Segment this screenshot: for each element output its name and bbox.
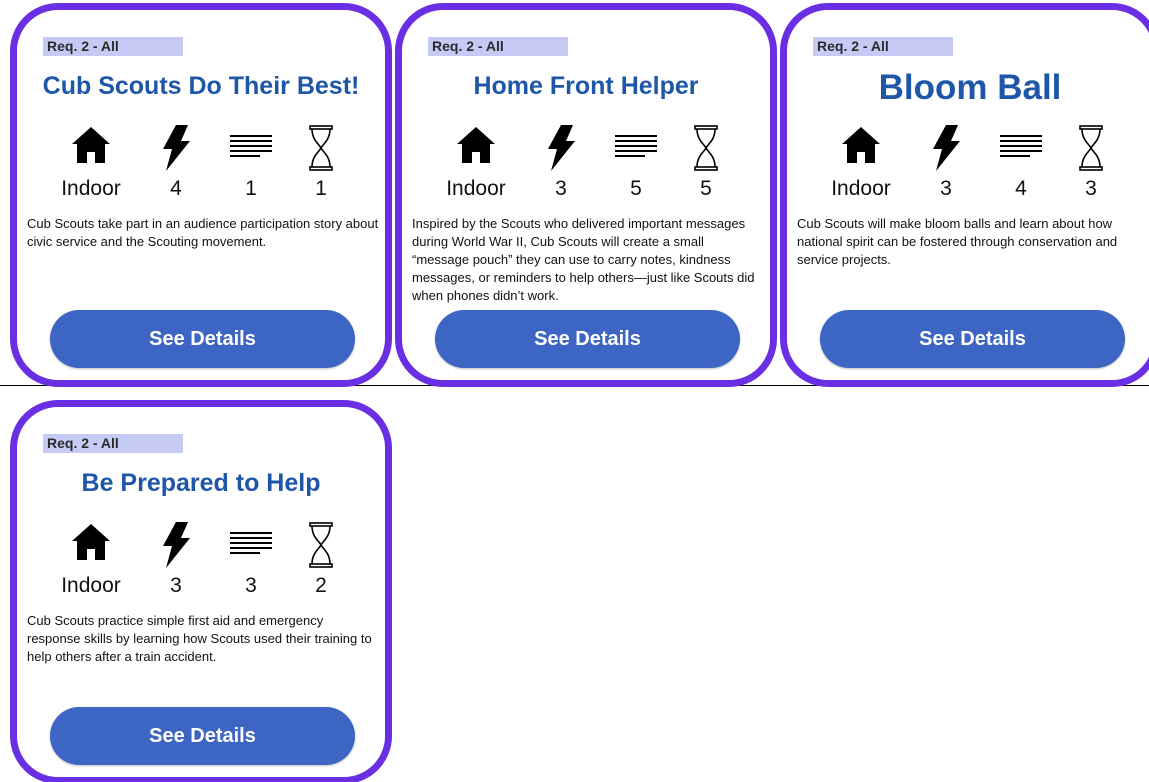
house-icon [61, 125, 121, 173]
card-title: Bloom Ball [878, 68, 1062, 107]
lightning-icon [921, 125, 971, 173]
stat-lines: 1 [226, 125, 276, 205]
stats-row: Indoor 4 1 1 [51, 125, 351, 205]
stats-row: Indoor 3 5 5 [436, 125, 736, 205]
activity-card-be-prepared-to-help: Req. 2 - All Be Prepared to Help Indoor … [10, 400, 392, 782]
stats-row: Indoor 3 3 2 [51, 522, 351, 602]
lightning-icon [151, 522, 201, 570]
stat-time: 2 [301, 522, 341, 602]
see-details-button[interactable]: See Details [820, 310, 1125, 368]
hourglass-icon [301, 125, 341, 173]
stat-energy: 3 [921, 125, 971, 205]
stat-lines: 4 [996, 125, 1046, 205]
stats-row: Indoor 3 4 3 [821, 125, 1121, 205]
house-icon [831, 125, 891, 173]
text-lines-icon [226, 125, 276, 173]
card-title: Be Prepared to Help [81, 469, 321, 497]
location-value: Indoor [61, 574, 121, 597]
stat-time: 1 [301, 125, 341, 205]
requirement-tag: Req. 2 - All [43, 434, 183, 453]
time-value: 1 [315, 177, 327, 200]
location-value: Indoor [831, 177, 891, 200]
stat-energy: 4 [151, 125, 201, 205]
hourglass-icon [686, 125, 726, 173]
lightning-icon [536, 125, 586, 173]
text-lines-icon [611, 125, 661, 173]
house-icon [446, 125, 506, 173]
location-value: Indoor [446, 177, 506, 200]
card-description: Cub Scouts practice simple first aid and… [27, 613, 372, 664]
activity-cards-page: Req. 2 - All Cub Scouts Do Their Best! I… [0, 0, 1149, 782]
stat-location: Indoor [446, 125, 506, 205]
stat-lines: 5 [611, 125, 661, 205]
text-lines-icon [226, 522, 276, 570]
stat-lines: 3 [226, 522, 276, 602]
card-description: Cub Scouts take part in an audience part… [27, 216, 379, 249]
time-value: 5 [700, 177, 712, 200]
stat-location: Indoor [61, 522, 121, 602]
activity-card-cub-scouts-do-their-best: Req. 2 - All Cub Scouts Do Their Best! I… [10, 3, 392, 387]
stat-location: Indoor [831, 125, 891, 205]
card-description: Cub Scouts will make bloom balls and lea… [797, 216, 1118, 267]
card-title: Home Front Helper [473, 72, 699, 100]
stat-location: Indoor [61, 125, 121, 205]
requirement-tag: Req. 2 - All [43, 37, 183, 56]
stat-energy: 3 [151, 522, 201, 602]
requirement-tag: Req. 2 - All [428, 37, 568, 56]
activity-card-bloom-ball: Req. 2 - All Bloom Ball Indoor 3 4 3 Cub… [780, 3, 1149, 387]
lightning-icon [151, 125, 201, 173]
hourglass-icon [1071, 125, 1111, 173]
text-lines-icon [996, 125, 1046, 173]
stat-time: 3 [1071, 125, 1111, 205]
stat-time: 5 [686, 125, 726, 205]
activity-card-home-front-helper: Req. 2 - All Home Front Helper Indoor 3 … [395, 3, 777, 387]
card-description: Inspired by the Scouts who delivered imp… [412, 216, 755, 303]
house-icon [61, 522, 121, 570]
location-value: Indoor [61, 177, 121, 200]
stat-energy: 3 [536, 125, 586, 205]
card-title: Cub Scouts Do Their Best! [42, 72, 360, 100]
see-details-button[interactable]: See Details [50, 707, 355, 765]
requirement-tag: Req. 2 - All [813, 37, 953, 56]
time-value: 2 [315, 574, 327, 597]
see-details-button[interactable]: See Details [50, 310, 355, 368]
time-value: 3 [1085, 177, 1097, 200]
see-details-button[interactable]: See Details [435, 310, 740, 368]
hourglass-icon [301, 522, 341, 570]
